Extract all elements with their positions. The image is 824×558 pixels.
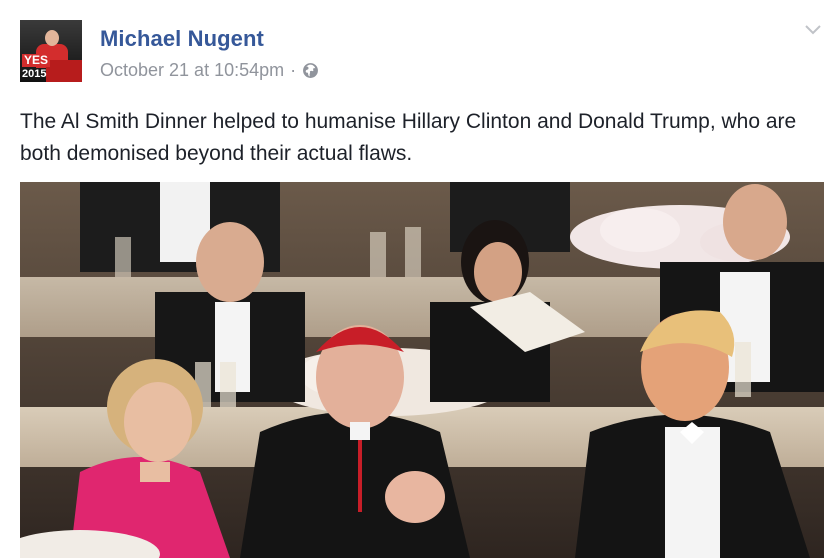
- avatar-badge-bottom: 2015: [22, 68, 47, 80]
- post-meta: October 21 at 10:54pm ·: [100, 60, 319, 81]
- author-avatar[interactable]: YES 2015: [20, 20, 82, 82]
- facebook-post: YES 2015 Michael Nugent October 21 at 10…: [0, 0, 824, 558]
- avatar-badge-top: YES: [22, 53, 51, 67]
- globe-icon[interactable]: [302, 62, 319, 79]
- chevron-down-icon[interactable]: [804, 22, 822, 36]
- meta-separator: ·: [290, 60, 297, 80]
- dinner-photo-illustration: [20, 182, 824, 558]
- author-name-link[interactable]: Michael Nugent: [100, 26, 264, 52]
- post-body-text: The Al Smith Dinner helped to humanise H…: [20, 110, 797, 165]
- post-timestamp-link[interactable]: October 21 at 10:54pm: [100, 60, 284, 81]
- post-photo[interactable]: [20, 182, 824, 558]
